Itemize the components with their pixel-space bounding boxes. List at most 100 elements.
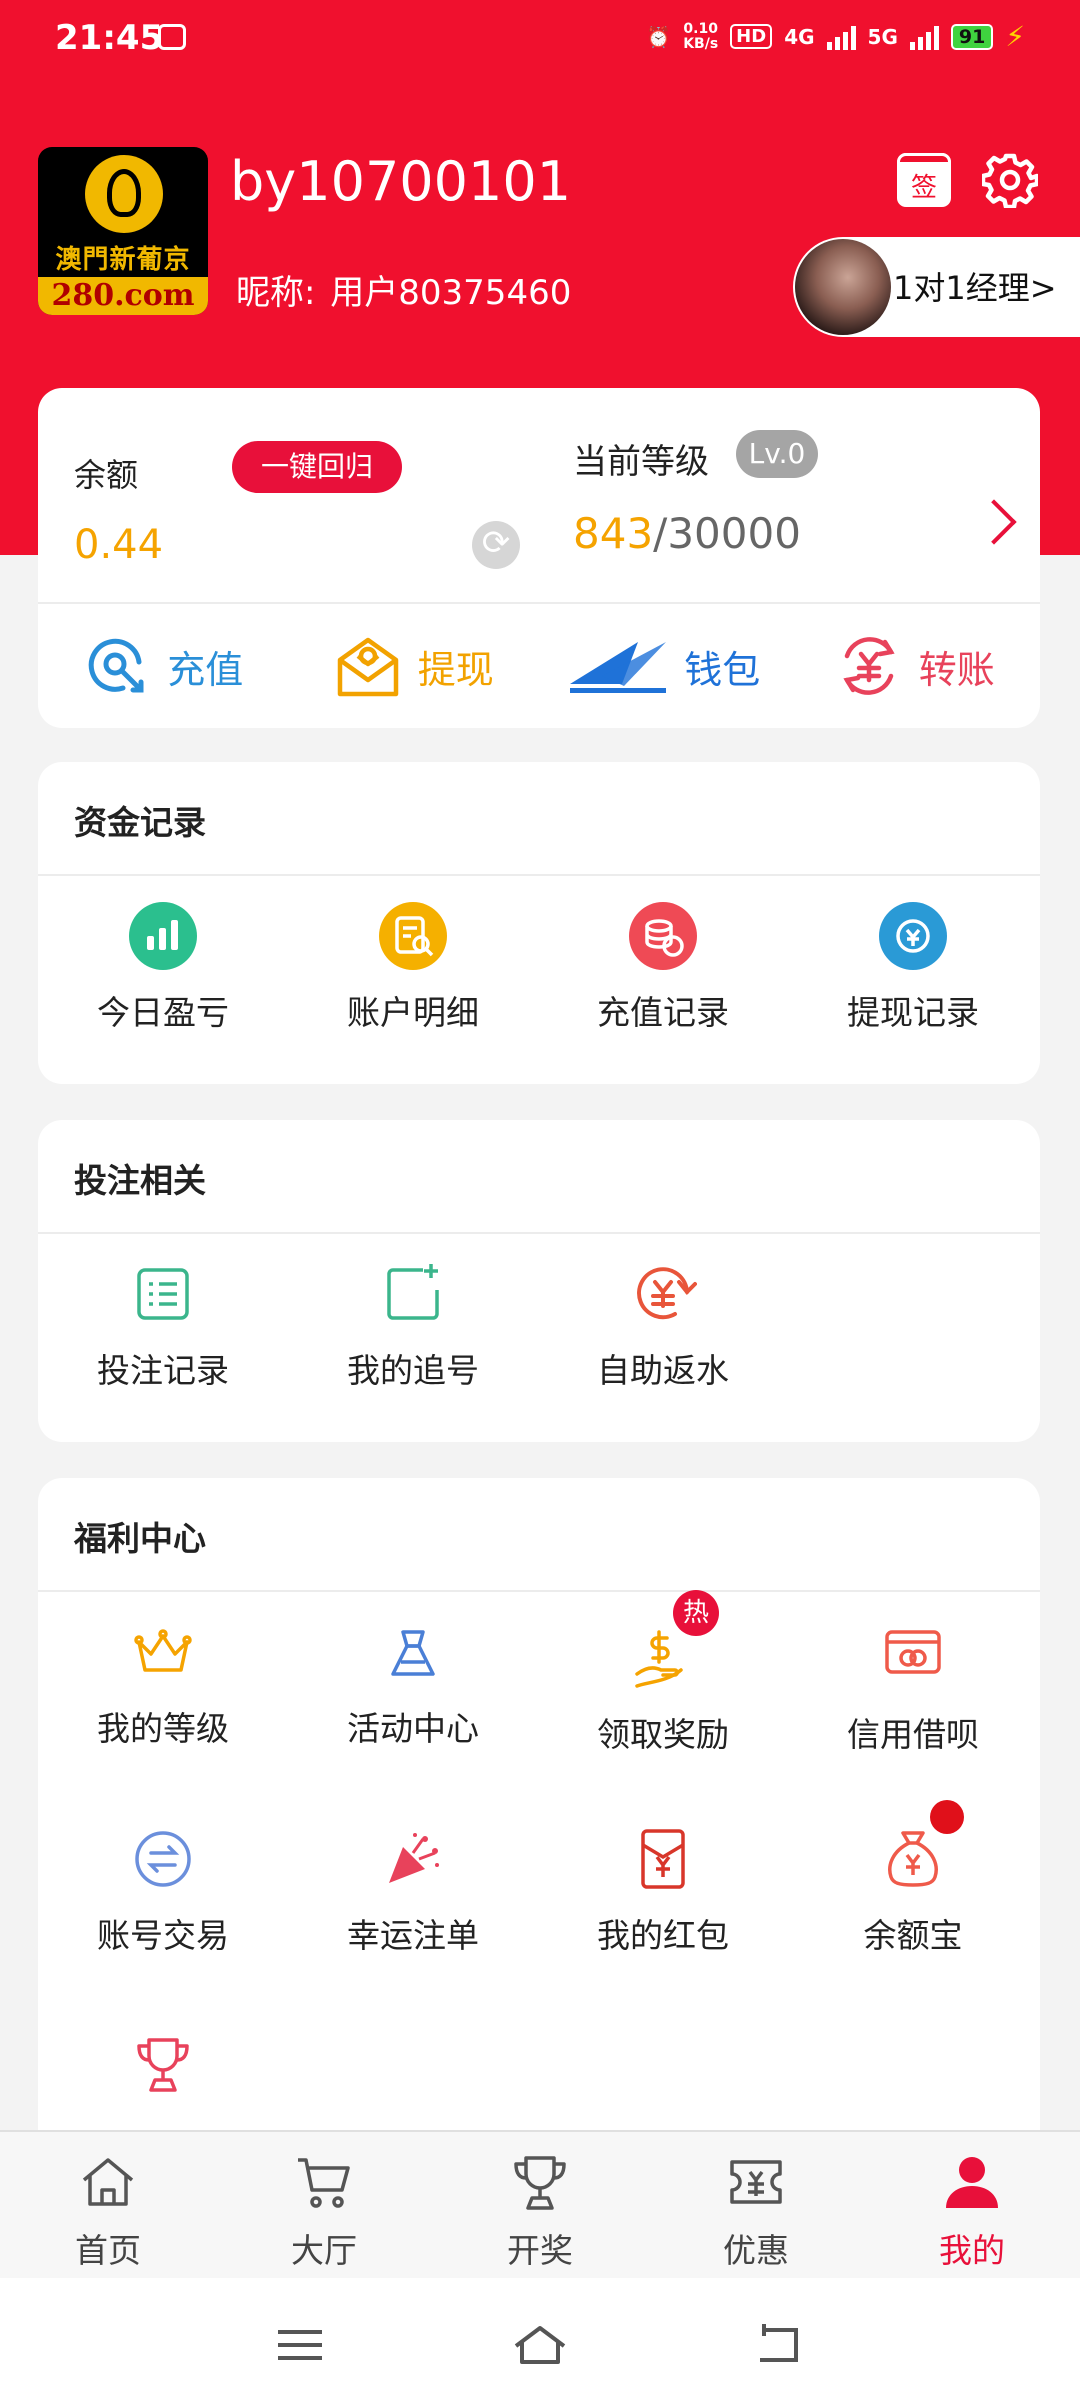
level-badge: Lv.0 [736, 430, 818, 478]
status-indicators: ⏰ 0.10 KB/s HD 4G 5G 91 ⚡ [646, 20, 1025, 53]
signal-icon [826, 24, 856, 50]
section-title: 资金记录 [74, 803, 206, 842]
my-level-item[interactable]: 我的等级 [38, 1592, 288, 1799]
level-progress: 843/30000 [573, 509, 801, 558]
tab-mine[interactable]: 我的 [864, 2132, 1080, 2280]
settings-button[interactable] [980, 152, 1040, 210]
deposit-button[interactable]: 充值 [38, 604, 289, 728]
tab-label: 优惠 [723, 2231, 789, 2270]
wallet-label: 钱包 [684, 647, 761, 692]
list-icon [137, 1268, 189, 1320]
user-icon [946, 2157, 998, 2208]
nickname: 昵称: 用户80375460 [232, 265, 571, 314]
status-time: 21:45 [55, 18, 164, 58]
account-card: 余额 一键回归 0.44 当前等级 Lv.0 843/30000 充值 提现 钱… [38, 388, 1040, 728]
trophy-icon [137, 2038, 189, 2092]
transfer-button[interactable]: 转账 [790, 604, 1041, 728]
home-nav-icon[interactable] [512, 2320, 568, 2370]
signal-icon-2 [909, 24, 939, 50]
account-trade-item[interactable]: 账号交易 [38, 1799, 288, 2006]
refresh-icon[interactable] [472, 521, 520, 569]
deposit-label: 充值 [167, 647, 244, 692]
item-label: 余额宝 [863, 1916, 963, 1955]
chevron-right-icon[interactable] [971, 499, 1017, 545]
self-rebate-item[interactable]: 自助返水 [538, 1234, 788, 1441]
tab-home[interactable]: 首页 [0, 2132, 216, 2280]
manager-avatar [795, 239, 891, 335]
user-avatar[interactable]: 澳門新葡京 280.com [38, 147, 208, 315]
manager-button[interactable]: 1对1经理> [793, 237, 1080, 337]
item-label: 领取奖励 [597, 1715, 729, 1754]
sign-in-label: 签 [910, 173, 937, 203]
withdraw-records-item[interactable]: 提现记录 [788, 876, 1038, 1083]
account-detail-item[interactable]: 账户明细 [288, 876, 538, 1083]
crown-icon [134, 1629, 192, 1672]
item-label: 今日盈亏 [97, 993, 229, 1032]
logo-text-cn: 澳門新葡京 [55, 245, 191, 275]
item-label: 活动中心 [347, 1709, 479, 1748]
tab-lottery-results[interactable]: 开奖 [432, 2132, 648, 2280]
net-speed-value: 0.10 [683, 20, 718, 37]
level-current: 843 [573, 509, 654, 558]
tab-label: 我的 [939, 2231, 1005, 2270]
my-follow-item[interactable]: 我的追号 [288, 1234, 538, 1441]
item-label: 我的追号 [347, 1351, 479, 1390]
hot-badge: 热 [673, 1590, 719, 1636]
transfer-icon [843, 637, 895, 695]
money-bag-icon [888, 1831, 938, 1887]
section-title: 投注相关 [74, 1161, 206, 1200]
bet-records-item[interactable]: 投注记录 [38, 1234, 288, 1441]
hd-badge: HD [730, 24, 773, 49]
betting-section: 投注相关 投注记录 我的追号 自助返水 [38, 1120, 1040, 1442]
item-label: 投注记录 [97, 1351, 229, 1390]
net-speed-unit: KB/s [683, 35, 719, 52]
tab-promotions[interactable]: 优惠 [648, 2132, 864, 2280]
tab-label: 开奖 [507, 2231, 573, 2270]
home-icon [82, 2158, 134, 2206]
fund-records-section: 资金记录 今日盈亏 账户明细 充值记录 提现记录 [38, 762, 1040, 1084]
item-label: 信用借呗 [847, 1715, 979, 1754]
exchange-icon [879, 902, 947, 970]
add-note-icon [387, 1264, 439, 1320]
balance-treasure-item[interactable]: 余额宝 [788, 1799, 1038, 2006]
claim-reward-item[interactable]: 热 领取奖励 [538, 1590, 788, 1799]
party-icon [389, 1833, 439, 1883]
item-label: 提现记录 [847, 993, 979, 1032]
balance-value: 0.44 [74, 522, 164, 568]
activity-icon [391, 1630, 435, 1676]
logo-text-en: 280.com [38, 277, 208, 315]
back-icon[interactable] [752, 2320, 808, 2370]
item-label: 幸运注单 [347, 1916, 479, 1955]
quick-actions: 充值 提现 钱包 转账 [38, 604, 1040, 728]
rebate-icon [637, 1267, 697, 1320]
network-speed: 0.10 KB/s [683, 20, 719, 52]
detail-icon [379, 902, 447, 970]
credit-loan-item[interactable]: 信用借呗 [788, 1592, 1038, 1799]
deposit-records-item[interactable]: 充值记录 [538, 876, 788, 1083]
withdraw-icon [337, 637, 398, 697]
network-5g: 5G [867, 24, 898, 49]
credit-icon [885, 1630, 941, 1674]
tab-label: 大厅 [291, 2231, 357, 2270]
one-click-return-button[interactable]: 一键回归 [232, 441, 402, 493]
activity-center-item[interactable]: 活动中心 [288, 1592, 538, 1799]
lucky-bet-item[interactable]: 幸运注单 [288, 1799, 538, 2006]
item-label: 账户明细 [347, 993, 479, 1032]
wallet-button[interactable]: 钱包 [539, 604, 790, 728]
tab-lobby[interactable]: 大厅 [216, 2132, 432, 2280]
section-title: 福利中心 [74, 1519, 206, 1558]
withdraw-button[interactable]: 提现 [289, 604, 540, 728]
cart-icon [298, 2158, 350, 2208]
item-label: 自助返水 [597, 1351, 729, 1390]
sign-in-button[interactable]: 签 [897, 153, 951, 207]
manager-label: 1对1经理> [893, 269, 1057, 307]
wallet-icon [570, 642, 667, 693]
today-profit-item[interactable]: 今日盈亏 [38, 876, 288, 1083]
system-nav-bar [0, 2278, 1080, 2408]
trophy-tab-icon [514, 2156, 566, 2210]
coupon-icon [730, 2160, 782, 2204]
balance-label: 余额 [74, 456, 139, 494]
menu-icon[interactable] [272, 2320, 328, 2370]
level-label: 当前等级 [573, 442, 709, 482]
my-red-packet-item[interactable]: 我的红包 [538, 1799, 788, 2006]
